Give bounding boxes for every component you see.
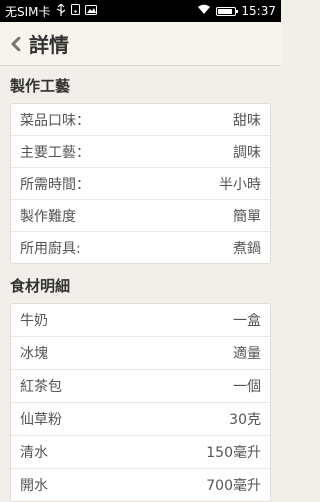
row-value: 煮鍋 (233, 240, 261, 257)
row-label: 紅茶包 (20, 379, 62, 395)
status-bar: 无SIM卡 15:37 (0, 0, 281, 22)
row-value: 一個 (233, 379, 261, 395)
craft-card: 菜品口味： 甜味 主要工藝： 調味 所需時間： 半小時 製作難度 簡單 所用廚具… (10, 103, 271, 264)
list-item: 所需時間： 半小時 (11, 168, 270, 200)
row-label: 牛奶 (20, 313, 48, 329)
row-value: 半小時 (219, 176, 261, 193)
content-area[interactable]: 製作工藝 菜品口味： 甜味 主要工藝： 調味 所需時間： 半小時 製作難度 簡單… (0, 67, 281, 502)
row-label: 菜品口味： (20, 112, 90, 129)
ingredients-card: 牛奶 一盒 冰塊 適量 紅茶包 一個 仙草粉 30克 清水 150毫升 開水 7… (10, 303, 271, 502)
notification-icon (70, 4, 80, 18)
row-value: 一盒 (233, 313, 261, 329)
row-label: 仙草粉 (20, 412, 62, 428)
section-title-ingredients: 食材明細 (10, 276, 71, 295)
list-item: 製作難度 簡單 (11, 200, 270, 232)
back-arrow-icon[interactable] (5, 22, 27, 66)
usb-icon (56, 2, 66, 19)
row-label: 主要工藝： (20, 144, 90, 161)
list-item: 主要工藝： 調味 (11, 136, 270, 168)
row-value: 簡單 (233, 208, 261, 225)
clock: 15:37 (241, 4, 276, 18)
row-label: 所需時間： (20, 176, 90, 193)
row-label: 清水 (20, 445, 48, 461)
page-title: 詳情 (29, 33, 69, 57)
title-bar: 詳情 (0, 22, 281, 66)
battery-fill (218, 8, 232, 14)
list-item: 冰塊 適量 (11, 337, 270, 370)
row-label: 冰塊 (20, 346, 48, 362)
list-item: 菜品口味： 甜味 (11, 104, 270, 136)
wifi-icon (197, 4, 211, 18)
row-value: 30克 (229, 412, 261, 428)
row-value: 700毫升 (206, 478, 261, 494)
image-icon (84, 4, 97, 18)
row-value: 適量 (233, 346, 261, 362)
section-title-craft: 製作工藝 (10, 76, 71, 95)
list-item: 牛奶 一盒 (11, 304, 270, 337)
row-label: 開水 (20, 478, 48, 494)
list-item: 開水 700毫升 (11, 469, 270, 501)
list-item: 紅茶包 一個 (11, 370, 270, 403)
list-item: 仙草粉 30克 (11, 403, 270, 436)
list-item: 所用廚具: 煮鍋 (11, 232, 270, 263)
row-label: 製作難度 (20, 208, 76, 225)
row-label: 所用廚具: (20, 240, 81, 257)
battery-icon (216, 6, 239, 16)
list-item: 清水 150毫升 (11, 436, 270, 469)
row-value: 調味 (233, 144, 261, 161)
carrier-label: 无SIM卡 (5, 4, 51, 19)
row-value: 甜味 (233, 112, 261, 129)
row-value: 150毫升 (206, 445, 261, 461)
